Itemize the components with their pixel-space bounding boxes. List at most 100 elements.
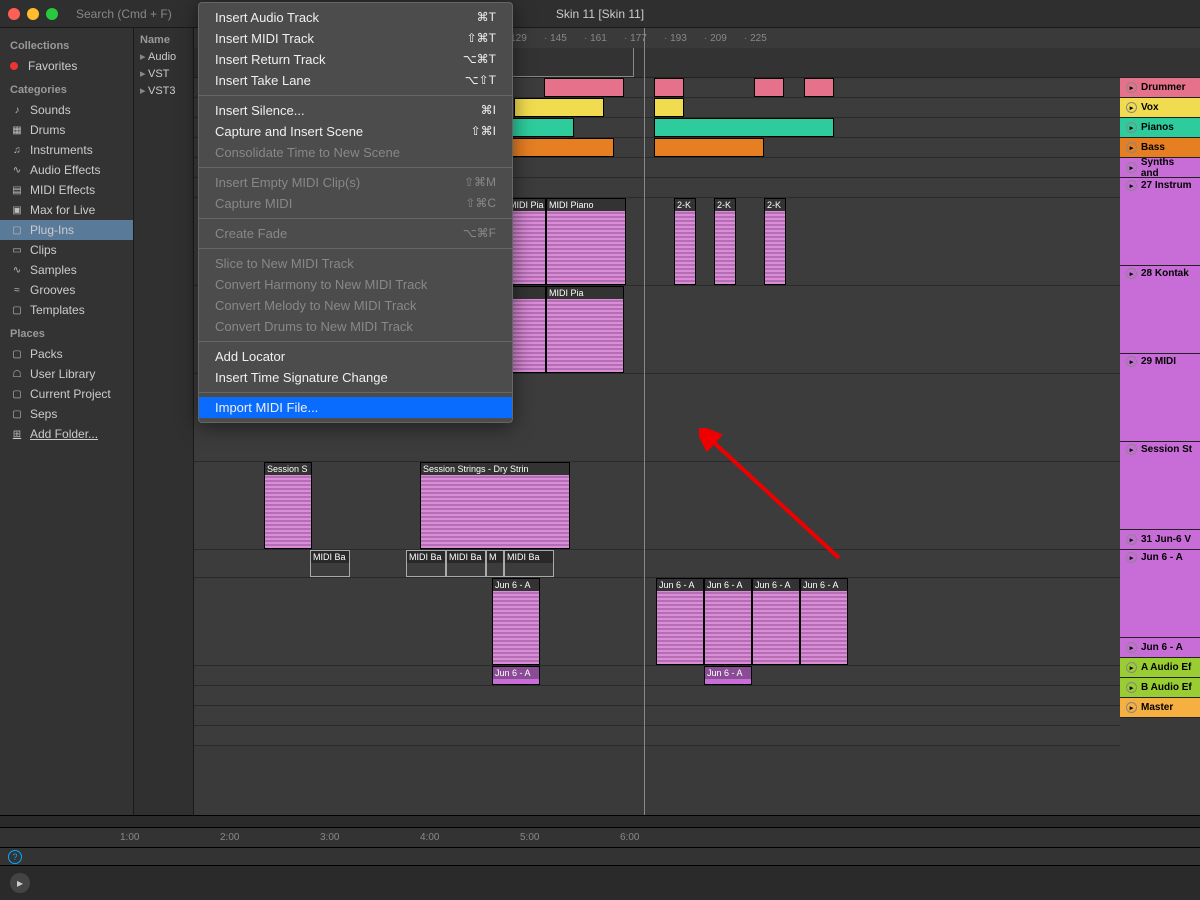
menu-item-insert-audio-track[interactable]: Insert Audio Track⌘T: [199, 7, 512, 28]
clip[interactable]: [514, 98, 604, 117]
track-play-icon[interactable]: ▸: [1126, 268, 1137, 279]
track-header-a-audio-ef[interactable]: ▸A Audio Ef: [1120, 658, 1200, 678]
track-header-29-midi[interactable]: ▸29 MIDI: [1120, 354, 1200, 442]
track-play-icon[interactable]: ▸: [1126, 102, 1137, 113]
midi-clip[interactable]: Jun 6 - A: [704, 578, 752, 665]
time-ruler[interactable]: 1:002:003:004:005:006:00: [0, 827, 1200, 847]
track-header-pianos[interactable]: ▸Pianos: [1120, 118, 1200, 138]
track-play-icon[interactable]: ▸: [1126, 162, 1137, 173]
clip[interactable]: Jun 6 - A: [492, 666, 540, 685]
menu-item-insert-midi-track[interactable]: Insert MIDI Track⇧⌘T: [199, 28, 512, 49]
sidebar-category-samples[interactable]: ∿Samples: [0, 260, 133, 280]
midi-clip[interactable]: Session Strings - Dry Strin: [420, 462, 570, 549]
clip[interactable]: [654, 118, 834, 137]
sidebar-favorites[interactable]: Favorites: [0, 56, 133, 76]
clip[interactable]: MIDI Ba: [446, 550, 486, 577]
track-play-icon[interactable]: ▸: [1126, 642, 1137, 653]
menu-item-insert-time-signature-change[interactable]: Insert Time Signature Change: [199, 367, 512, 388]
midi-clip[interactable]: Jun 6 - A: [800, 578, 848, 665]
menu-item-import-midi-file-[interactable]: Import MIDI File...: [199, 397, 512, 418]
track-lane[interactable]: [194, 686, 1200, 705]
track-header-27-instrum[interactable]: ▸27 Instrum: [1120, 178, 1200, 266]
menu-item-insert-take-lane[interactable]: Insert Take Lane⌥⇧T: [199, 70, 512, 91]
midi-clip[interactable]: 2-K: [764, 198, 786, 285]
track-lane[interactable]: Jun 6 - AJun 6 - AJun 6 - AJun 6 - AJun …: [194, 578, 1200, 665]
menu-item-insert-silence-[interactable]: Insert Silence...⌘I: [199, 100, 512, 121]
clip[interactable]: [544, 78, 624, 97]
sidebar-category-drums[interactable]: ▦Drums: [0, 120, 133, 140]
browser-item-vst3[interactable]: ▸VST3: [134, 82, 193, 99]
track-header-session-st[interactable]: ▸Session St: [1120, 442, 1200, 530]
maximize-window-button[interactable]: [46, 8, 58, 20]
midi-clip[interactable]: MIDI Piano: [546, 198, 626, 285]
clip[interactable]: [654, 138, 764, 157]
menu-item-insert-return-track[interactable]: Insert Return Track⌥⌘T: [199, 49, 512, 70]
clip[interactable]: M: [486, 550, 504, 577]
sidebar-place-add-folder-[interactable]: ⊞Add Folder...: [0, 424, 133, 444]
sidebar-category-midi-effects[interactable]: ▤MIDI Effects: [0, 180, 133, 200]
clip[interactable]: [754, 78, 784, 97]
track-play-icon[interactable]: ▸: [1126, 534, 1137, 545]
track-header-drummer[interactable]: ▸Drummer: [1120, 78, 1200, 98]
create-context-menu[interactable]: Insert Audio Track⌘TInsert MIDI Track⇧⌘T…: [198, 2, 513, 423]
track-lane[interactable]: MIDI BaMIDI BaMIDI BaMMIDI Ba: [194, 550, 1200, 577]
sidebar-place-user-library[interactable]: ☖User Library: [0, 364, 133, 384]
browser-item-audio[interactable]: ▸Audio: [134, 48, 193, 65]
play-button[interactable]: ▸: [10, 873, 30, 893]
clip[interactable]: MIDI Ba: [504, 550, 554, 577]
overview-bar[interactable]: [0, 815, 1200, 827]
sidebar-category-grooves[interactable]: ≈Grooves: [0, 280, 133, 300]
playhead[interactable]: [644, 28, 645, 815]
track-play-icon[interactable]: ▸: [1126, 122, 1137, 133]
track-play-icon[interactable]: ▸: [1126, 444, 1137, 455]
midi-clip[interactable]: 2-K: [674, 198, 696, 285]
track-header-jun-6-a[interactable]: ▸Jun 6 - A: [1120, 550, 1200, 638]
track-play-icon[interactable]: ▸: [1126, 356, 1137, 367]
track-header-28-kontak[interactable]: ▸28 Kontak: [1120, 266, 1200, 354]
track-header-31-jun-6-v[interactable]: ▸31 Jun-6 V: [1120, 530, 1200, 550]
clip[interactable]: MIDI Ba: [406, 550, 446, 577]
sidebar-category-instruments[interactable]: ♫Instruments: [0, 140, 133, 160]
sidebar-place-packs[interactable]: ▢Packs: [0, 344, 133, 364]
help-icon[interactable]: ?: [8, 850, 22, 864]
track-play-icon[interactable]: ▸: [1126, 552, 1137, 563]
sidebar-category-templates[interactable]: ▢Templates: [0, 300, 133, 320]
track-play-icon[interactable]: ▸: [1126, 702, 1137, 713]
track-header-synths-and[interactable]: ▸Synths and: [1120, 158, 1200, 178]
track-lane[interactable]: [194, 726, 1200, 745]
track-header-jun-6-a[interactable]: ▸Jun 6 - A: [1120, 638, 1200, 658]
track-lane[interactable]: [194, 706, 1200, 725]
clip[interactable]: [804, 78, 834, 97]
track-play-icon[interactable]: ▸: [1126, 682, 1137, 693]
midi-clip[interactable]: Jun 6 - A: [492, 578, 540, 665]
track-header-b-audio-ef[interactable]: ▸B Audio Ef: [1120, 678, 1200, 698]
search-field[interactable]: Search (Cmd + F): [76, 7, 172, 21]
sidebar-category-audio-effects[interactable]: ∿Audio Effects: [0, 160, 133, 180]
midi-clip[interactable]: Jun 6 - A: [656, 578, 704, 665]
sidebar-place-current-project[interactable]: ▢Current Project: [0, 384, 133, 404]
track-header-bass[interactable]: ▸Bass: [1120, 138, 1200, 158]
midi-clip[interactable]: 2-K: [714, 198, 736, 285]
close-window-button[interactable]: [8, 8, 20, 20]
midi-clip[interactable]: Jun 6 - A: [752, 578, 800, 665]
clip[interactable]: Jun 6 - A: [704, 666, 752, 685]
track-lane[interactable]: Session S Session Strings - Dry Strin: [194, 462, 1200, 549]
track-play-icon[interactable]: ▸: [1126, 662, 1137, 673]
menu-item-add-locator[interactable]: Add Locator: [199, 346, 512, 367]
sidebar-category-clips[interactable]: ▭Clips: [0, 240, 133, 260]
track-lane[interactable]: Jun 6 - A Jun 6 - A: [194, 666, 1200, 685]
sidebar-category-plug-ins[interactable]: ▢Plug-Ins: [0, 220, 133, 240]
clip[interactable]: [654, 98, 684, 117]
sidebar-place-seps[interactable]: ▢Seps: [0, 404, 133, 424]
midi-clip[interactable]: Session S: [264, 462, 312, 549]
minimize-window-button[interactable]: [27, 8, 39, 20]
track-play-icon[interactable]: ▸: [1126, 142, 1137, 153]
sidebar-category-max-for-live[interactable]: ▣Max for Live: [0, 200, 133, 220]
track-play-icon[interactable]: ▸: [1126, 180, 1137, 191]
clip[interactable]: MIDI Ba: [310, 550, 350, 577]
track-header-vox[interactable]: ▸Vox: [1120, 98, 1200, 118]
clip[interactable]: [654, 78, 684, 97]
sidebar-category-sounds[interactable]: ♪Sounds: [0, 100, 133, 120]
track-header-master[interactable]: ▸Master: [1120, 698, 1200, 718]
menu-item-capture-and-insert-scene[interactable]: Capture and Insert Scene⇧⌘I: [199, 121, 512, 142]
